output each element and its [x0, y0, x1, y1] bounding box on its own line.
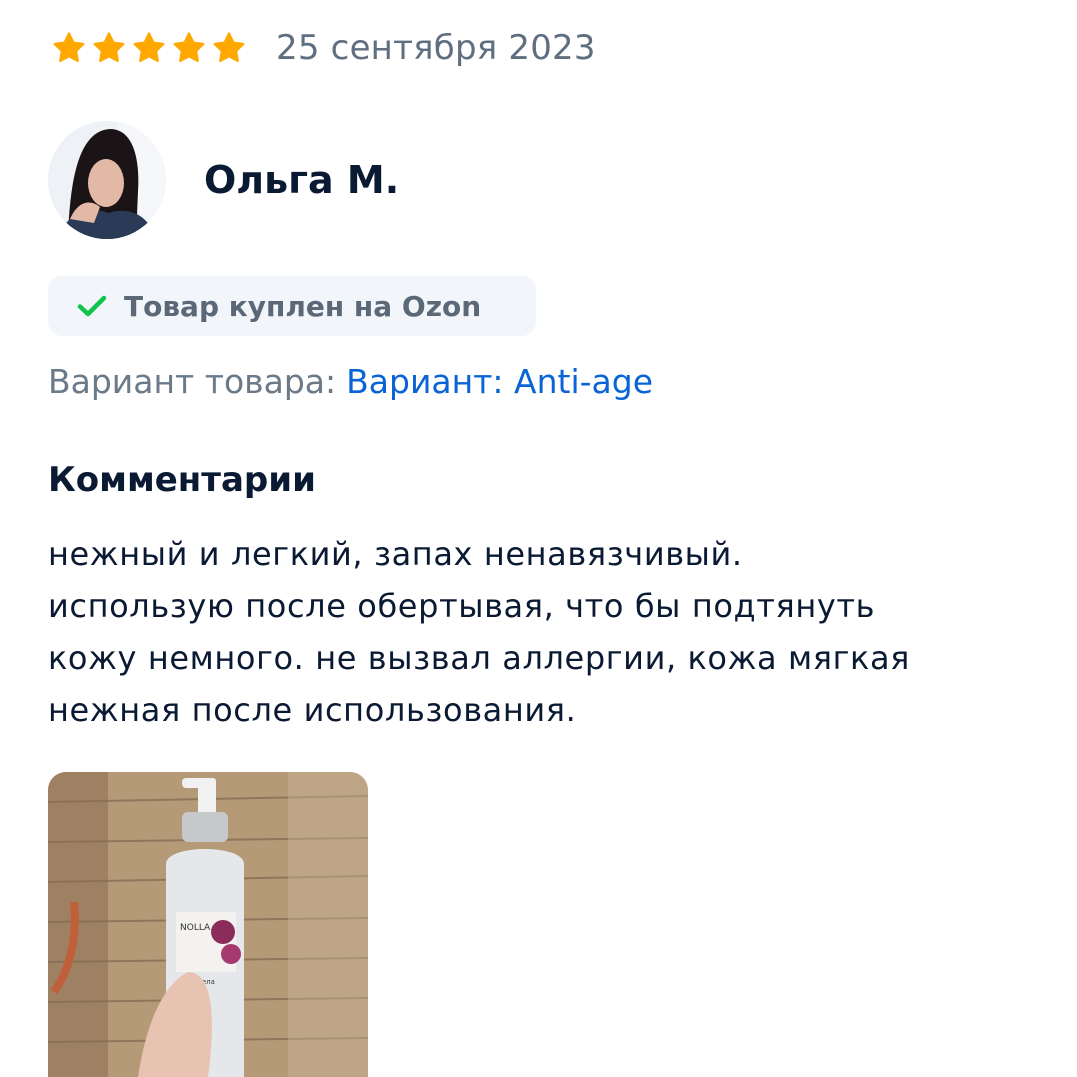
comment-line: нежная после использования. — [48, 691, 577, 729]
review-date: 25 сентября 2023 — [276, 28, 596, 68]
star-icon — [53, 32, 85, 63]
check-icon — [77, 295, 107, 317]
star-icon — [93, 32, 125, 63]
comment-line: использую после обертывая, что бы подтян… — [48, 587, 876, 625]
product-brand-text: NOLLA — [180, 923, 211, 933]
author-name[interactable]: Ольга М. — [204, 158, 399, 202]
star-icon — [173, 32, 205, 63]
star-icon — [133, 32, 165, 63]
star-icon — [213, 32, 245, 63]
purchased-badge-label: Товар куплен на Ozon — [124, 289, 482, 323]
author-row: Ольга М. — [48, 120, 399, 240]
product-variant: Вариант товара: Вариант: Anti-age — [48, 362, 653, 401]
variant-link[interactable]: Вариант: Anti-age — [346, 362, 653, 401]
avatar[interactable] — [48, 121, 166, 239]
rating-row: 25 сентября 2023 — [52, 22, 596, 74]
comment-text: нежный и легкий, запах ненавязчивый. исп… — [48, 528, 1038, 736]
variant-label: Вариант товара: — [48, 362, 337, 401]
comments-heading: Комментарии — [48, 460, 316, 500]
purchased-badge: Товар куплен на Ozon — [48, 276, 536, 336]
star-rating — [52, 31, 246, 65]
comment-line: нежный и легкий, запах ненавязчивый. — [48, 535, 743, 573]
review-photo[interactable]: NOLLA для тела — [48, 772, 368, 1077]
comment-line: кожу немного. не вызвал аллергии, кожа м… — [48, 639, 911, 677]
